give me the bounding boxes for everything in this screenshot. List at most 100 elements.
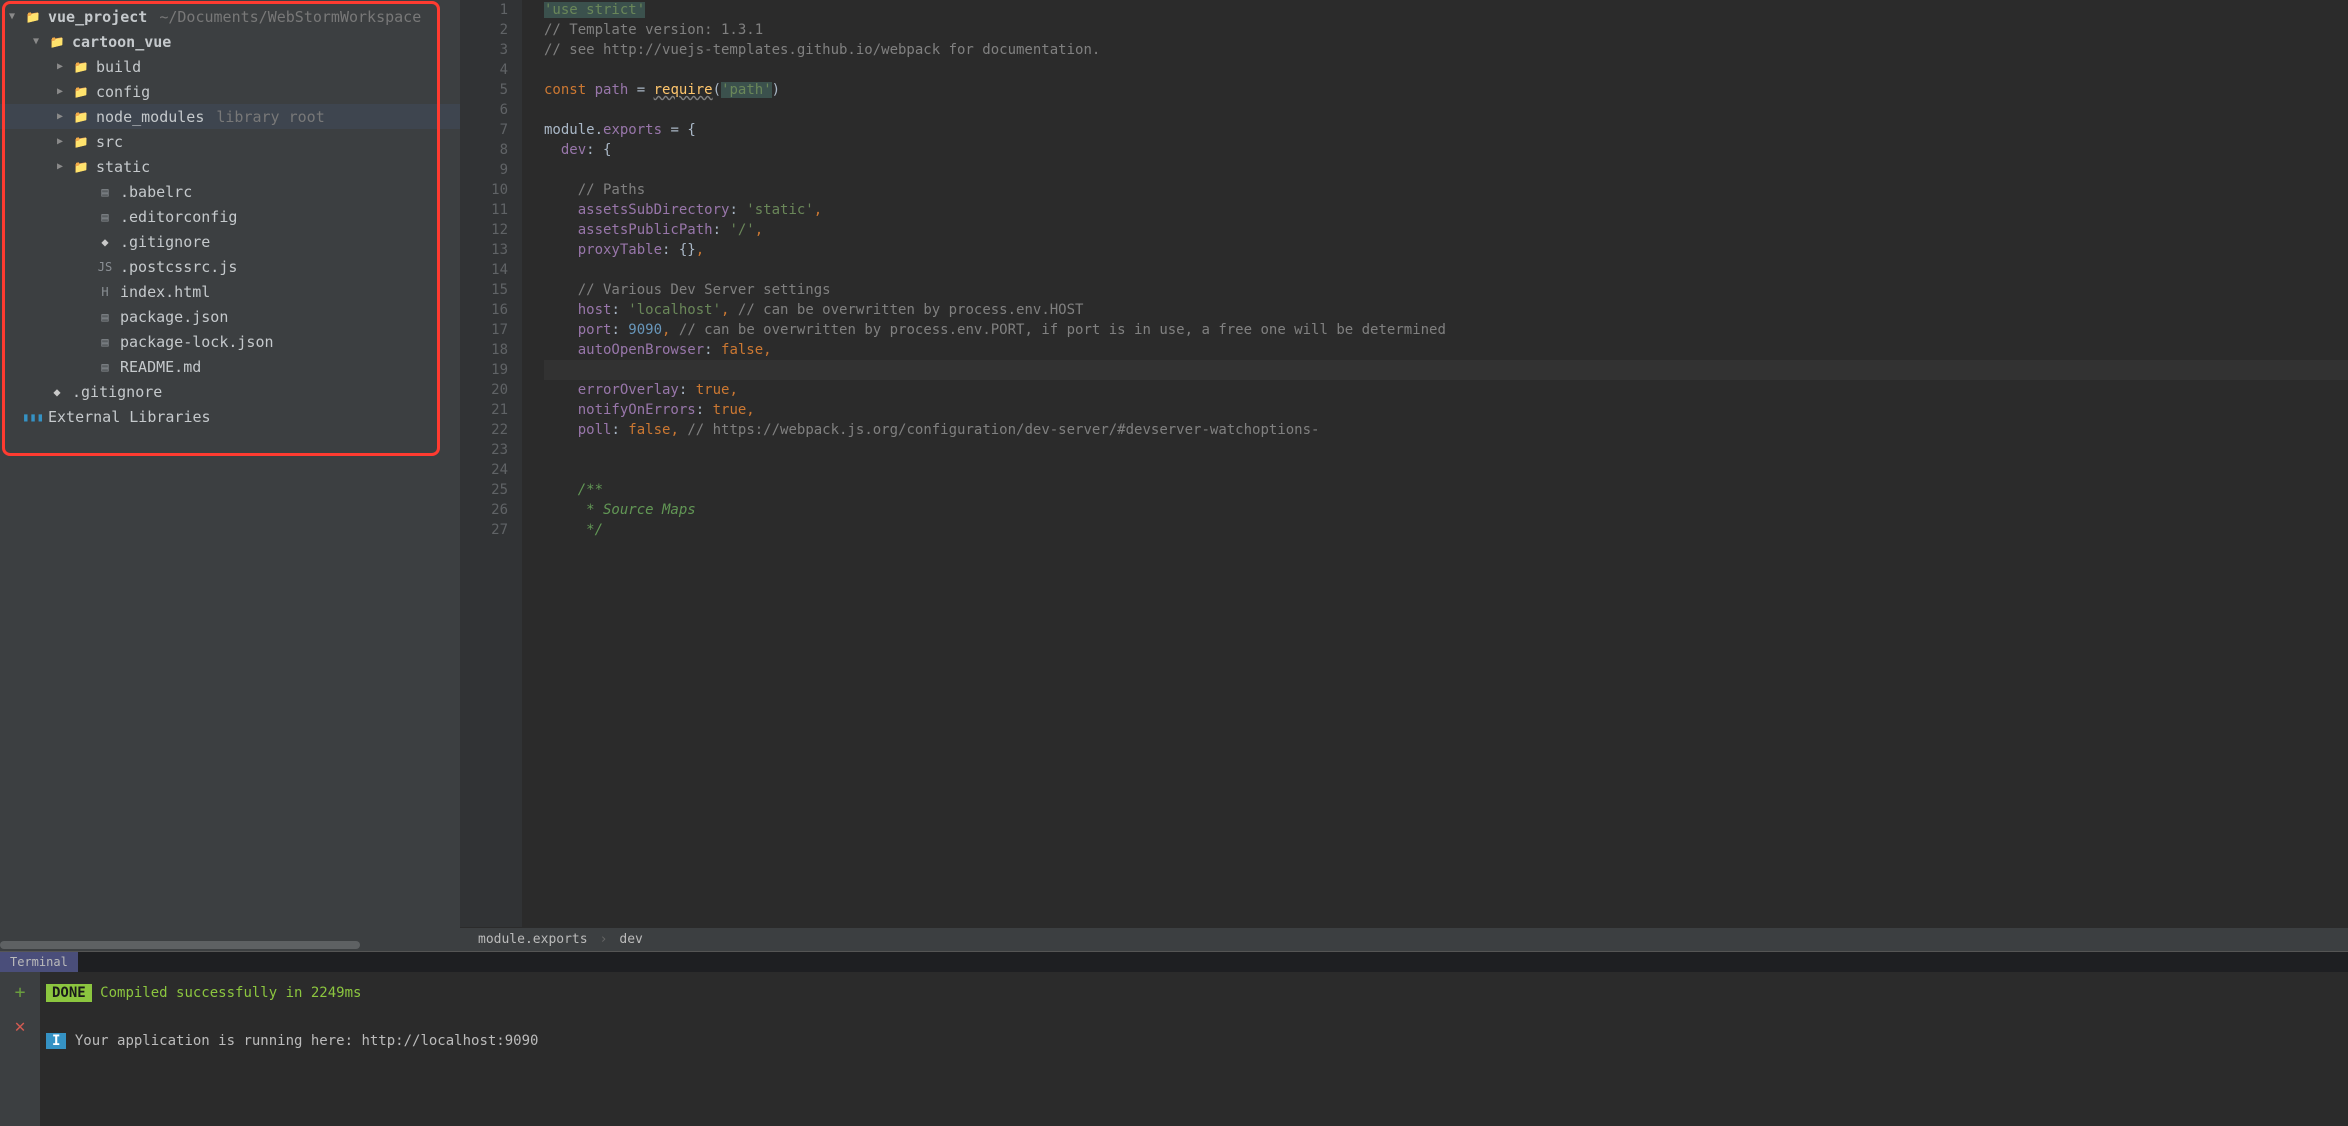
line-number[interactable]: 27 [470,520,508,540]
line-number[interactable]: 9 [470,160,508,180]
line-number[interactable]: 19 [470,360,508,380]
line-gutter[interactable]: 1234567891011121314151617181920212223242… [460,0,522,927]
code-line[interactable]: proxyTable: {}, [544,240,2348,260]
expand-arrow-icon[interactable] [6,11,18,22]
close-terminal-icon[interactable]: ✕ [10,1016,30,1036]
line-number[interactable]: 26 [470,500,508,520]
tree-item--gitignore[interactable]: ◆.gitignore [0,229,460,254]
tree-label: README.md [120,358,201,376]
code-line[interactable]: // Paths [544,180,2348,200]
code-line[interactable]: autoOpenBrowser: false, [544,340,2348,360]
tree-item-index-html[interactable]: Hindex.html [0,279,460,304]
line-number[interactable]: 15 [470,280,508,300]
project-tree[interactable]: 📁vue_project~/Documents/WebStormWorkspac… [0,0,460,941]
tree-label: config [96,83,150,101]
breadcrumb[interactable]: module.exports › dev [460,927,2348,951]
tree-item-build[interactable]: 📁build [0,54,460,79]
running-message: Your application is running here: http:/… [75,1033,539,1049]
code-line[interactable]: // Template version: 1.3.1 [544,20,2348,40]
line-number[interactable]: 6 [470,100,508,120]
line-number[interactable]: 23 [470,440,508,460]
line-number[interactable]: 20 [470,380,508,400]
file-icon: ▤ [96,184,114,200]
tree-item-cartoon-vue[interactable]: 📁cartoon_vue [0,29,460,54]
sidebar-scrollbar[interactable] [0,941,460,951]
tree-item-package-lock-json[interactable]: ▤package-lock.json [0,329,460,354]
line-number[interactable]: 4 [470,60,508,80]
code-line[interactable]: */ [544,520,2348,540]
line-number[interactable]: 14 [470,260,508,280]
expand-arrow-icon[interactable] [54,86,66,97]
code-content[interactable]: 'use strict'// Template version: 1.3.1//… [540,0,2348,927]
tree-item-node-modules[interactable]: 📁node_moduleslibrary root [0,104,460,129]
code-line[interactable]: poll: false, // https://webpack.js.org/c… [544,420,2348,440]
expand-arrow-icon[interactable] [54,136,66,147]
code-line[interactable] [544,100,2348,120]
expand-arrow-icon[interactable] [30,36,42,47]
fold-column[interactable] [522,0,540,927]
tree-item-config[interactable]: 📁config [0,79,460,104]
line-number[interactable]: 1 [470,0,508,20]
tree-label: .babelrc [120,183,192,201]
js-icon: JS [96,259,114,275]
tree-item-src[interactable]: 📁src [0,129,460,154]
line-number[interactable]: 18 [470,340,508,360]
code-line[interactable]: const path = require('path') [544,80,2348,100]
code-line[interactable]: * Source Maps [544,500,2348,520]
code-line[interactable]: notifyOnErrors: true, [544,400,2348,420]
code-line[interactable]: // see http://vuejs-templates.github.io/… [544,40,2348,60]
code-line[interactable] [544,260,2348,280]
add-terminal-icon[interactable]: + [10,982,30,1002]
code-line[interactable] [544,360,2348,380]
code-line[interactable] [544,160,2348,180]
line-number[interactable]: 3 [470,40,508,60]
code-line[interactable]: assetsSubDirectory: 'static', [544,200,2348,220]
code-line[interactable]: host: 'localhost', // can be overwritten… [544,300,2348,320]
tree-label: node_modules [96,108,204,126]
expand-arrow-icon[interactable] [54,61,66,72]
tree-item--editorconfig[interactable]: ▤.editorconfig [0,204,460,229]
line-number[interactable]: 5 [470,80,508,100]
code-line[interactable]: module.exports = { [544,120,2348,140]
line-number[interactable]: 25 [470,480,508,500]
line-number[interactable]: 16 [470,300,508,320]
scrollbar-thumb[interactable] [0,941,360,949]
tree-item--babelrc[interactable]: ▤ .babelrc [0,179,460,204]
terminal-toolbar: + ✕ [0,972,40,1126]
tree-item-package-json[interactable]: ▤package.json [0,304,460,329]
tree-item--postcssrc-js[interactable]: JS.postcssrc.js [0,254,460,279]
tree-item-readme-md[interactable]: ▤README.md [0,354,460,379]
line-number[interactable]: 24 [470,460,508,480]
line-number[interactable]: 8 [470,140,508,160]
code-line[interactable]: // Various Dev Server settings [544,280,2348,300]
code-line[interactable] [544,60,2348,80]
code-line[interactable] [544,440,2348,460]
line-number[interactable]: 12 [470,220,508,240]
line-number[interactable]: 21 [470,400,508,420]
terminal-tab[interactable]: Terminal [0,952,78,972]
code-line[interactable]: errorOverlay: true, [544,380,2348,400]
line-number[interactable]: 2 [470,20,508,40]
breadcrumb-item[interactable]: dev [619,932,642,947]
code-line[interactable]: dev: { [544,140,2348,160]
line-number[interactable]: 13 [470,240,508,260]
line-number[interactable]: 22 [470,420,508,440]
line-number[interactable]: 7 [470,120,508,140]
tree-item-external-libraries[interactable]: ▮▮▮External Libraries [0,404,460,429]
expand-arrow-icon[interactable] [54,111,66,122]
breadcrumb-item[interactable]: module.exports [478,932,588,947]
folder-icon: 📁 [72,109,90,125]
line-number[interactable]: 10 [470,180,508,200]
code-line[interactable]: port: 9090, // can be overwritten by pro… [544,320,2348,340]
line-number[interactable]: 17 [470,320,508,340]
line-number[interactable]: 11 [470,200,508,220]
code-line[interactable]: 'use strict' [544,0,2348,20]
tree-item--gitignore[interactable]: ◆.gitignore [0,379,460,404]
tree-item-static[interactable]: 📁static [0,154,460,179]
code-line[interactable]: /** [544,480,2348,500]
code-line[interactable]: assetsPublicPath: '/', [544,220,2348,240]
terminal-output[interactable]: DONE Compiled successfully in 2249ms I Y… [40,972,2348,1126]
tree-item-vue-project[interactable]: 📁vue_project~/Documents/WebStormWorkspac… [0,4,460,29]
expand-arrow-icon[interactable] [54,161,66,172]
code-line[interactable] [544,460,2348,480]
